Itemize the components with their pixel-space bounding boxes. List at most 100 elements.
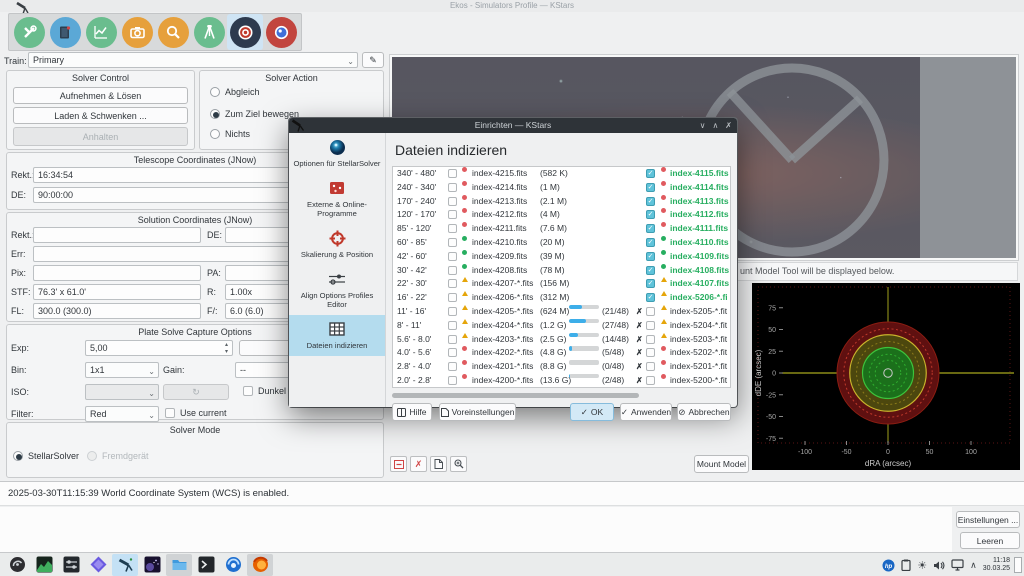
clipboard-tray-icon[interactable] bbox=[901, 559, 911, 571]
show-desktop-button[interactable] bbox=[1014, 557, 1022, 573]
capture-solve-button[interactable]: Aufnehmen & Lösen bbox=[13, 87, 188, 104]
remote-index-checkbox[interactable] bbox=[646, 376, 655, 385]
remote-index-checkbox[interactable] bbox=[646, 362, 655, 371]
sidebar-item-3[interactable]: Align Options Profiles Editor bbox=[289, 265, 385, 315]
radio-sync[interactable]: Abgleich bbox=[210, 87, 260, 97]
zoom-plot-button[interactable] bbox=[450, 456, 467, 472]
taskbar-item-terminal[interactable] bbox=[193, 554, 219, 576]
sidebar-item-1[interactable]: Externe & Online-Programme bbox=[289, 174, 385, 224]
remote-index-checkbox[interactable]: ✓ bbox=[646, 210, 655, 219]
remote-index-checkbox[interactable]: ✓ bbox=[646, 224, 655, 233]
setup-icon[interactable] bbox=[11, 14, 47, 50]
radio-slew-to-target[interactable]: Zum Ziel bewegen bbox=[210, 109, 299, 119]
observatory-icon[interactable] bbox=[263, 14, 299, 50]
analyze-icon[interactable] bbox=[83, 14, 119, 50]
taskbar-item-kstars[interactable] bbox=[112, 554, 138, 576]
local-index-checkbox[interactable] bbox=[448, 224, 457, 233]
sidebar-item-2[interactable]: Skalierung & Position bbox=[289, 224, 385, 265]
taskbar-item-planetarium-app[interactable] bbox=[139, 554, 165, 576]
help-button[interactable]: Hilfe bbox=[392, 403, 432, 421]
exposure-spinbox[interactable]: 5,00 ▴▾ bbox=[85, 340, 233, 356]
expand-tray-icon[interactable]: ∧ bbox=[970, 560, 977, 571]
volume-tray-icon[interactable] bbox=[933, 560, 945, 571]
filter-select[interactable]: Red⌄ bbox=[85, 406, 159, 422]
radio-nothing[interactable]: Nichts bbox=[210, 129, 250, 139]
dark-checkbox[interactable]: Dunkel bbox=[243, 386, 286, 396]
use-current-checkbox[interactable]: Use current bbox=[165, 408, 227, 418]
minimize-icon[interactable]: ∨ bbox=[700, 118, 706, 133]
remote-index-checkbox[interactable] bbox=[646, 335, 655, 344]
spinner-arrows-icon[interactable]: ▴▾ bbox=[225, 342, 228, 356]
cancel-download-icon[interactable]: ✗ bbox=[636, 319, 643, 333]
ok-button[interactable]: ✓OK bbox=[570, 403, 614, 421]
remote-index-checkbox[interactable] bbox=[646, 321, 655, 330]
local-index-checkbox[interactable] bbox=[448, 169, 457, 178]
brightness-tray-icon[interactable]: ☀ bbox=[917, 559, 927, 572]
local-index-checkbox[interactable] bbox=[448, 348, 457, 357]
apply-button[interactable]: ✓Anwenden bbox=[620, 403, 672, 421]
load-slew-button[interactable]: Laden & Schwenken ... bbox=[13, 107, 188, 124]
hp-tray-icon[interactable]: hp bbox=[882, 559, 895, 572]
focus-icon[interactable] bbox=[155, 14, 191, 50]
cancel-download-icon[interactable]: ✗ bbox=[636, 305, 643, 319]
taskbar-item-browser-blue[interactable] bbox=[220, 554, 246, 576]
remote-index-checkbox[interactable]: ✓ bbox=[646, 238, 655, 247]
presets-button[interactable]: Voreinstellungen bbox=[439, 403, 516, 421]
local-index-checkbox[interactable] bbox=[448, 362, 457, 371]
cancel-button[interactable]: ⊘Abbrechen bbox=[677, 403, 731, 421]
taskbar-item-kde-app[interactable] bbox=[85, 554, 111, 576]
cancel-download-icon[interactable]: ✗ bbox=[636, 374, 643, 388]
remote-index-checkbox[interactable]: ✓ bbox=[646, 183, 655, 192]
remove-point-button[interactable] bbox=[390, 456, 407, 472]
taskbar-item-settings-app[interactable] bbox=[58, 554, 84, 576]
clear-points-button[interactable]: ✗ bbox=[410, 456, 427, 472]
remote-index-checkbox[interactable]: ✓ bbox=[646, 252, 655, 261]
edit-train-button[interactable]: ✎ bbox=[362, 52, 384, 68]
radio-stellarsolver[interactable]: StellarSolver bbox=[13, 451, 79, 461]
remote-index-checkbox[interactable]: ✓ bbox=[646, 279, 655, 288]
log-clear-button[interactable]: Leeren bbox=[960, 532, 1020, 549]
cancel-download-icon[interactable]: ✗ bbox=[636, 333, 643, 347]
export-button[interactable] bbox=[430, 456, 447, 472]
taskbar-item-file-manager[interactable] bbox=[166, 554, 192, 576]
close-icon[interactable]: ✗ bbox=[725, 118, 732, 133]
local-index-checkbox[interactable] bbox=[448, 335, 457, 344]
local-index-checkbox[interactable] bbox=[448, 376, 457, 385]
dialog-titlebar[interactable]: Einrichten — KStars ∨ ∧ ✗ bbox=[289, 118, 737, 133]
binning-select[interactable]: 1x1⌄ bbox=[85, 362, 159, 378]
remote-index-checkbox[interactable]: ✓ bbox=[646, 293, 655, 302]
local-index-checkbox[interactable] bbox=[448, 279, 457, 288]
horizontal-scrollbar[interactable] bbox=[392, 392, 731, 399]
ccd-icon[interactable] bbox=[47, 14, 83, 50]
cancel-download-icon[interactable]: ✗ bbox=[636, 346, 643, 360]
local-index-checkbox[interactable] bbox=[448, 183, 457, 192]
display-tray-icon[interactable] bbox=[951, 559, 964, 571]
log-settings-button[interactable]: Einstellungen ... bbox=[956, 511, 1020, 528]
guide-icon[interactable] bbox=[191, 14, 227, 50]
local-index-checkbox[interactable] bbox=[448, 321, 457, 330]
local-index-checkbox[interactable] bbox=[448, 210, 457, 219]
taskbar-item-system-monitor[interactable] bbox=[31, 554, 57, 576]
sidebar-item-0[interactable]: Optionen für StellarSolver bbox=[289, 133, 385, 174]
train-select[interactable]: Primary⌄ bbox=[28, 52, 358, 68]
remote-index-checkbox[interactable]: ✓ bbox=[646, 266, 655, 275]
local-index-checkbox[interactable] bbox=[448, 252, 457, 261]
remote-index-checkbox[interactable]: ✓ bbox=[646, 197, 655, 206]
remote-index-checkbox[interactable] bbox=[646, 348, 655, 357]
capture-icon[interactable] bbox=[119, 14, 155, 50]
sidebar-item-4[interactable]: Dateien indizieren bbox=[289, 315, 385, 356]
cancel-download-icon[interactable]: ✗ bbox=[636, 360, 643, 374]
mount-model-button[interactable]: Mount Model bbox=[694, 455, 749, 473]
local-index-checkbox[interactable] bbox=[448, 293, 457, 302]
align-icon[interactable] bbox=[227, 14, 263, 50]
remote-index-checkbox[interactable]: ✓ bbox=[646, 169, 655, 178]
local-index-checkbox[interactable] bbox=[448, 197, 457, 206]
local-index-checkbox[interactable] bbox=[448, 238, 457, 247]
maximize-icon[interactable]: ∧ bbox=[712, 118, 718, 133]
taskbar-clock[interactable]: 11:18 30.03.25 bbox=[983, 557, 1010, 573]
local-index-checkbox[interactable] bbox=[448, 307, 457, 316]
taskbar-item-firefox[interactable] bbox=[247, 554, 273, 576]
local-index-checkbox[interactable] bbox=[448, 266, 457, 275]
remote-index-checkbox[interactable] bbox=[646, 307, 655, 316]
taskbar-item-app-launcher[interactable] bbox=[4, 554, 30, 576]
